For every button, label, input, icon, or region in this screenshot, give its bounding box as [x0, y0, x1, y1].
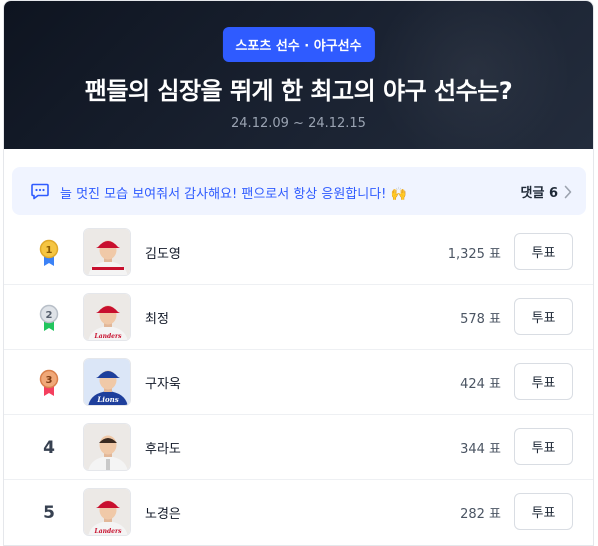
vote-button[interactable]: 투표 [514, 493, 573, 530]
player-name: 후라도 [145, 442, 181, 457]
poll-period: 24.12.09 ~ 24.12.15 [231, 116, 366, 131]
player-photo [83, 423, 131, 471]
rank-badge: 2 [36, 285, 62, 350]
player-name: 김도영 [145, 247, 181, 262]
ranking-row: 3 Lions 구자욱 424 표 투표 [4, 350, 593, 415]
ranking-list: 1 김도영 1,325 표 투표 2 Landers 최정 578 표 투표 3 [4, 220, 593, 545]
player-name: 최정 [145, 312, 169, 327]
rank-badge: 5 [36, 480, 62, 545]
vote-count: 1,325 표 [447, 247, 501, 262]
ranking-row: 1 김도영 1,325 표 투표 [4, 220, 593, 285]
rank-number: 5 [43, 502, 55, 523]
svg-text:1: 1 [46, 245, 53, 256]
player-photo: Lions [83, 358, 131, 406]
vote-button[interactable]: 투표 [514, 298, 573, 335]
poll-header: 스포츠 선수 · 야구선수 팬들의 심장을 뛰게 한 최고의 야구 선수는? 2… [4, 1, 593, 149]
rank-badge: 1 [36, 220, 62, 285]
rank-badge: 3 [36, 350, 62, 415]
poll-title: 팬들의 심장을 뛰게 한 최고의 야구 선수는? [84, 77, 513, 105]
player-photo: Landers [83, 488, 131, 536]
svg-text:2: 2 [46, 310, 53, 321]
vote-count: 282 표 [460, 507, 501, 522]
ranking-row: 2 Landers 최정 578 표 투표 [4, 285, 593, 350]
chat-bubble-icon [31, 183, 49, 200]
rank-number: 4 [43, 437, 55, 458]
bronze-medal-icon: 3 [39, 369, 59, 396]
latest-comment-text: 늘 멋진 모습 보여줘서 감사해요! 팬으로서 항상 응원합니다! 🙌 [60, 187, 407, 202]
vote-button[interactable]: 투표 [514, 428, 573, 465]
silver-medal-icon: 2 [39, 304, 59, 331]
vote-button[interactable]: 투표 [514, 233, 573, 270]
vote-count: 424 표 [460, 377, 501, 392]
player-photo: Landers [83, 293, 131, 341]
chevron-right-icon [564, 185, 572, 198]
ranking-row: 5 Landers 노경은 282 표 투표 [4, 480, 593, 545]
svg-text:Landers: Landers [93, 528, 122, 535]
comment-count: 댓글 6 [520, 186, 559, 201]
ranking-row: 4 후라도 344 표 투표 [4, 415, 593, 480]
comments-link[interactable]: 댓글 6 [521, 182, 573, 201]
poll-card: 스포츠 선수 · 야구선수 팬들의 심장을 뛰게 한 최고의 야구 선수는? 2… [3, 0, 594, 546]
comment-banner[interactable]: 늘 멋진 모습 보여줘서 감사해요! 팬으로서 항상 응원합니다! 🙌 댓글 6 [12, 167, 586, 215]
svg-text:3: 3 [46, 375, 53, 386]
vote-count: 578 표 [460, 312, 501, 327]
player-photo [83, 228, 131, 276]
svg-text:Landers: Landers [93, 333, 122, 340]
player-name: 노경은 [145, 507, 181, 522]
vote-count: 344 표 [460, 442, 501, 457]
gold-medal-icon: 1 [39, 239, 59, 266]
svg-text:Lions: Lions [96, 395, 118, 404]
vote-button[interactable]: 투표 [514, 363, 573, 400]
player-name: 구자욱 [145, 377, 181, 392]
rank-badge: 4 [36, 415, 62, 480]
category-badge[interactable]: 스포츠 선수 · 야구선수 [222, 27, 375, 62]
